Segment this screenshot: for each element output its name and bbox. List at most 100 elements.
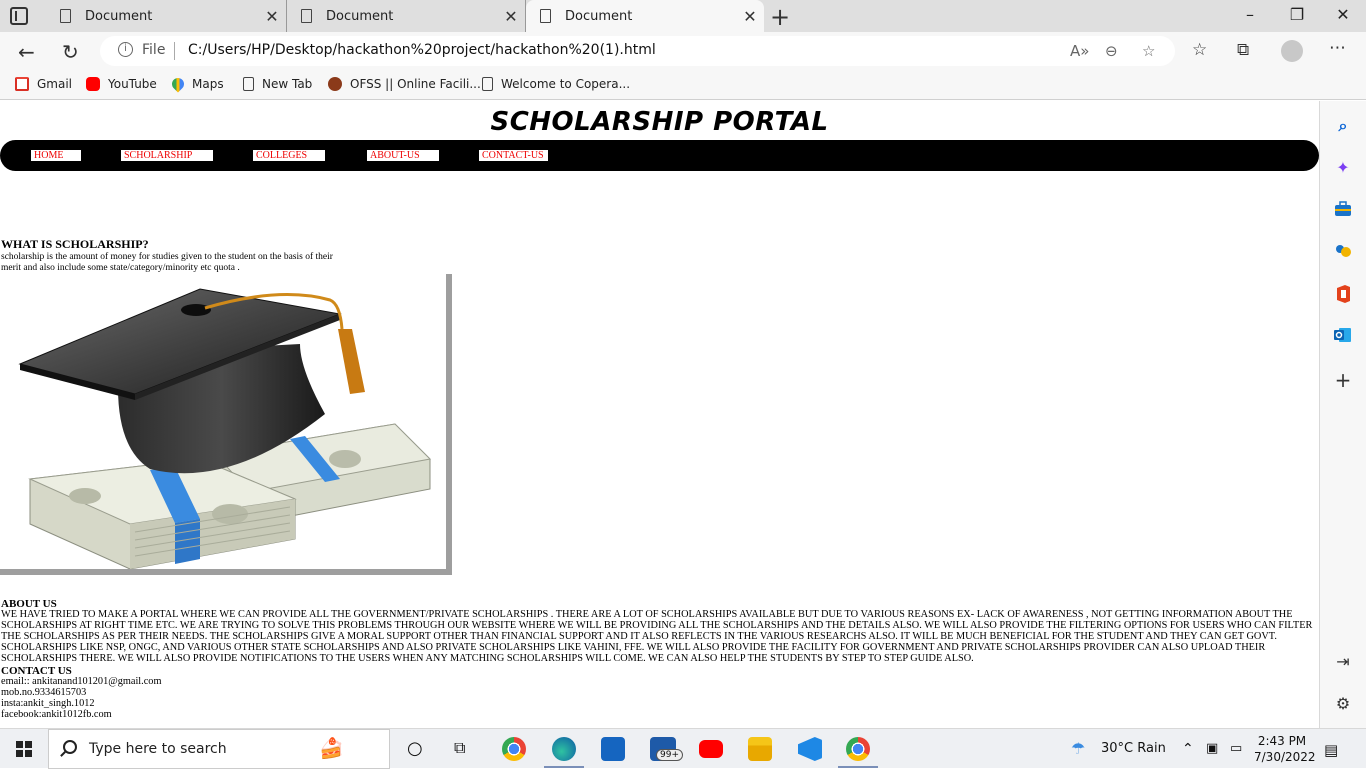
favorites-bar: Gmail YouTube Maps New Tab OFSS || Onlin… — [0, 70, 1366, 100]
clock-date: 7/30/2022 — [1254, 750, 1316, 764]
page-viewport: SCHOLARSHIP PORTAL HOME SCHOLARSHIP COLL… — [0, 101, 1319, 728]
chrome-taskbar-icon-2[interactable] — [846, 737, 870, 761]
url-text[interactable]: C:/Users/HP/Desktop/hackathon%20project/… — [188, 42, 656, 58]
settings-gear-icon[interactable]: ⚙ — [1334, 695, 1352, 713]
contact-instagram: insta:ankit_singh.1012 — [1, 698, 95, 709]
browser-tab-3-active[interactable]: Document ✕ — [526, 0, 764, 32]
edge-sidebar: ⌕ ✦ + ⇥ ⚙ — [1319, 101, 1366, 728]
what-is-scholarship-text: scholarship is the amount of money for s… — [1, 252, 333, 273]
ofss-icon — [328, 77, 342, 91]
youtube-icon — [86, 77, 100, 91]
hide-sidebar-icon[interactable]: ⇥ — [1334, 653, 1352, 671]
close-icon[interactable]: ✕ — [497, 7, 525, 26]
back-arrow-icon[interactable]: ← — [18, 40, 35, 64]
url-separator — [174, 42, 175, 60]
window-close-icon[interactable]: ✕ — [1333, 5, 1353, 24]
favorite-copera[interactable]: Welcome to Copera... — [482, 77, 630, 91]
search-icon[interactable]: ⌕ — [1334, 117, 1352, 135]
info-icon[interactable]: i — [118, 42, 133, 57]
notifications-icon[interactable]: ▤ — [1324, 741, 1338, 759]
restore-icon[interactable]: ❐ — [1287, 5, 1307, 24]
windows-start-icon[interactable] — [16, 741, 32, 757]
browser-tab-1[interactable]: Document ✕ — [46, 0, 287, 32]
favorite-label: Maps — [192, 77, 224, 91]
discover-icon[interactable]: ✦ — [1334, 159, 1352, 177]
favorite-maps[interactable]: Maps — [169, 75, 224, 93]
weather-text[interactable]: 30°C Rain — [1101, 741, 1166, 756]
network-icon[interactable]: ▣ — [1206, 741, 1218, 756]
favorite-label: Welcome to Copera... — [501, 77, 631, 91]
mail-badge: 99+ — [656, 749, 683, 761]
file-explorer-taskbar-icon[interactable] — [748, 737, 772, 761]
taskbar-clock[interactable]: 2:43 PM 7/30/2022 — [1254, 733, 1316, 765]
nav-link-scholarship[interactable]: SCHOLARSHIP — [121, 150, 213, 161]
store-taskbar-icon[interactable] — [601, 737, 625, 761]
task-view-icon[interactable]: ⧉ — [454, 738, 465, 758]
tab-title: Document — [565, 8, 633, 24]
favorite-label: New Tab — [262, 77, 313, 91]
nav-bar: HOME SCHOLARSHIP COLLEGES ABOUT-US CONTA… — [0, 140, 1319, 171]
close-icon[interactable]: ✕ — [258, 7, 286, 26]
site-title: SCHOLARSHIP PORTAL — [490, 107, 829, 137]
edge-taskbar-icon[interactable] — [552, 737, 576, 761]
favorite-ofss[interactable]: OFSS || Online Facili... — [328, 77, 481, 91]
favorite-gmail[interactable]: Gmail — [15, 77, 72, 91]
add-favorite-icon[interactable]: ☆ — [1142, 42, 1155, 60]
document-icon — [540, 9, 551, 23]
tab-strip: Document ✕ Document ✕ Document ✕ + – ❐ ✕ — [0, 0, 1366, 32]
mail-taskbar-icon[interactable]: 99+ — [650, 737, 683, 761]
url-scheme-label: File — [142, 42, 166, 58]
chrome-taskbar-icon[interactable] — [502, 737, 526, 761]
document-icon — [60, 9, 71, 23]
nav-link-about-us[interactable]: ABOUT-US — [367, 150, 439, 161]
clock-time: 2:43 PM — [1257, 734, 1307, 748]
search-icon — [63, 740, 77, 754]
vscode-taskbar-icon[interactable] — [798, 737, 822, 761]
cortana-icon[interactable]: ○ — [407, 738, 423, 759]
tab-title: Document — [326, 8, 394, 24]
new-tab-button[interactable]: + — [770, 3, 790, 31]
refresh-icon[interactable]: ↻ — [62, 40, 79, 64]
maps-icon — [169, 75, 187, 93]
favorite-new-tab[interactable]: New Tab — [243, 77, 312, 91]
what-is-scholarship-heading: WHAT IS SCHOLARSHIP? — [1, 237, 149, 251]
office-icon[interactable] — [1334, 285, 1352, 303]
minimize-icon[interactable]: – — [1240, 5, 1260, 24]
search-highlight-icon: 🍰 — [319, 736, 344, 760]
contact-facebook: facebook:ankit1012fb.com — [1, 709, 112, 720]
address-bar[interactable]: i File C:/Users/HP/Desktop/hackathon%20p… — [100, 36, 1175, 66]
battery-icon[interactable]: ▭ — [1230, 741, 1242, 756]
read-aloud-icon[interactable]: A» — [1070, 42, 1089, 60]
profile-avatar[interactable] — [1281, 40, 1303, 62]
nav-link-colleges[interactable]: COLLEGES — [253, 150, 325, 161]
close-icon[interactable]: ✕ — [736, 7, 764, 26]
favorite-label: Gmail — [37, 77, 73, 91]
favorite-label: OFSS || Online Facili... — [350, 77, 481, 91]
outlook-icon[interactable] — [1334, 327, 1352, 345]
nav-link-home[interactable]: HOME — [31, 150, 81, 161]
tab-actions-icon[interactable] — [10, 7, 28, 25]
weather-icon[interactable]: ☂ — [1071, 739, 1085, 758]
games-icon[interactable] — [1334, 243, 1352, 261]
more-options-icon[interactable]: ⋯ — [1329, 38, 1346, 58]
collections-icon[interactable]: ⧉ — [1237, 40, 1249, 60]
add-sidebar-item-icon[interactable]: + — [1334, 370, 1352, 390]
graduation-cap-money-image — [0, 274, 452, 575]
favorite-youtube[interactable]: YouTube — [86, 77, 157, 91]
chevron-up-icon[interactable]: ⌃ — [1182, 741, 1194, 757]
document-icon — [482, 77, 493, 91]
windows-taskbar: Type here to search 🍰 ○ ⧉ 99+ ☂ 30°C Rai… — [0, 728, 1366, 769]
nav-link-contact-us[interactable]: CONTACT-US — [479, 150, 548, 161]
contact-email: email:: ankitanand101201@gmail.com — [1, 676, 162, 687]
document-icon — [243, 77, 254, 91]
zoom-out-icon[interactable]: ⊖ — [1105, 42, 1118, 60]
browser-tab-2[interactable]: Document ✕ — [287, 0, 526, 32]
about-us-text: WE HAVE TRIED TO MAKE A PORTAL WHERE WE … — [1, 609, 1313, 664]
tools-icon[interactable] — [1334, 201, 1352, 219]
taskbar-search-box[interactable]: Type here to search 🍰 — [48, 729, 390, 769]
address-bar-row: ← ↻ i File C:/Users/HP/Desktop/hackathon… — [0, 32, 1366, 70]
contact-mobile: mob.no.9334615703 — [1, 687, 87, 698]
favorites-icon[interactable]: ☆ — [1192, 40, 1207, 60]
document-icon — [301, 9, 312, 23]
youtube-taskbar-icon[interactable] — [699, 740, 723, 758]
